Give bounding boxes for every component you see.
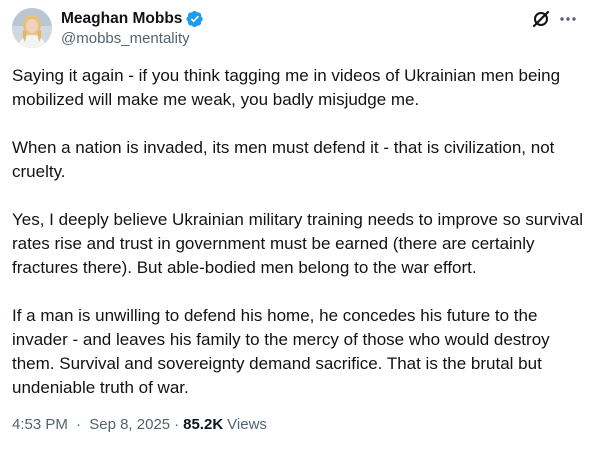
more-dots-icon[interactable]	[557, 9, 579, 29]
tweet-paragraph: When a nation is invaded, its men must d…	[12, 138, 555, 181]
author-handle[interactable]: @mobbs_mentality	[61, 30, 190, 47]
author-name-row: Meaghan Mobbs	[61, 9, 204, 29]
tweet-date: Sep 8, 2025	[89, 416, 171, 433]
avatar-image	[12, 8, 52, 48]
grok-icon[interactable]	[531, 9, 551, 29]
tweet-text: Saying it again - if you think tagging m…	[12, 64, 587, 424]
meta-separator: ·	[174, 416, 180, 433]
views-count: 85.2K	[183, 416, 224, 433]
tweet-time: 4:53 PM	[12, 416, 68, 433]
tweet-paragraph: If a man is unwilling to defend his home…	[12, 306, 550, 397]
avatar[interactable]	[12, 8, 52, 48]
tweet-paragraph: Saying it again - if you think tagging m…	[12, 66, 561, 109]
tweet-card: Meaghan Mobbs @mobbs_mentality Saying it…	[0, 0, 602, 454]
tweet-paragraph: Yes, I deeply believe Ukrainian military…	[12, 210, 584, 277]
tweet-time-link[interactable]: 4:53 PM · Sep 8, 2025	[12, 416, 170, 433]
tweet-meta: 4:53 PM · Sep 8, 2025 · 85.2K Views	[12, 416, 267, 433]
verified-badge-icon	[186, 10, 204, 28]
author-display-name[interactable]: Meaghan Mobbs	[61, 10, 182, 28]
meta-separator: ·	[76, 416, 82, 433]
views-label: Views	[227, 416, 267, 433]
